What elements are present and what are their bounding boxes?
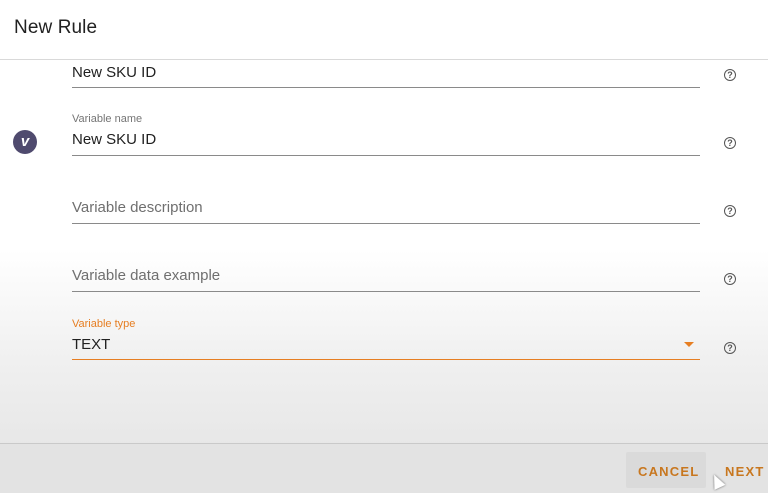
variable-type-underline <box>72 359 700 360</box>
variable-name-value: New SKU ID <box>72 131 157 148</box>
dropdown-arrow-icon[interactable] <box>684 342 694 347</box>
variable-type-label: Variable type <box>72 318 136 330</box>
variable-name-field[interactable]: Variable name New SKU ID <box>72 112 700 158</box>
variable-type-select[interactable]: Variable type TEXT <box>72 317 700 363</box>
help-icon[interactable]: ? <box>724 205 736 217</box>
variable-name-label: Variable name <box>72 113 143 125</box>
dialog-footer: CANCEL NEXT <box>0 443 768 493</box>
cancel-button[interactable]: CANCEL <box>638 464 699 479</box>
help-icon[interactable]: ? <box>724 273 736 285</box>
help-icon[interactable]: ? <box>724 342 736 354</box>
next-button[interactable]: NEXT <box>725 464 764 479</box>
variable-description-placeholder: Variable description <box>72 199 203 216</box>
variable-data-example-underline <box>72 291 700 292</box>
sku-id-field[interactable]: New SKU ID <box>72 62 700 90</box>
variable-description-field[interactable]: Variable description <box>72 180 700 226</box>
variable-description-underline <box>72 223 700 224</box>
variable-name-underline <box>72 155 700 156</box>
sku-id-value: New SKU ID <box>72 64 157 81</box>
new-rule-dialog: New Rule New SKU ID ? v Variable name Ne… <box>0 0 768 493</box>
variable-type-value: TEXT <box>72 336 111 353</box>
vimeo-logo-icon: v <box>13 130 37 154</box>
dialog-header: New Rule <box>0 0 768 60</box>
variable-data-example-field[interactable]: Variable data example <box>72 248 700 294</box>
variable-data-example-placeholder: Variable data example <box>72 267 221 284</box>
help-icon[interactable]: ? <box>724 69 736 81</box>
dialog-title: New Rule <box>14 17 98 38</box>
sku-id-underline <box>72 87 700 88</box>
help-icon[interactable]: ? <box>724 137 736 149</box>
